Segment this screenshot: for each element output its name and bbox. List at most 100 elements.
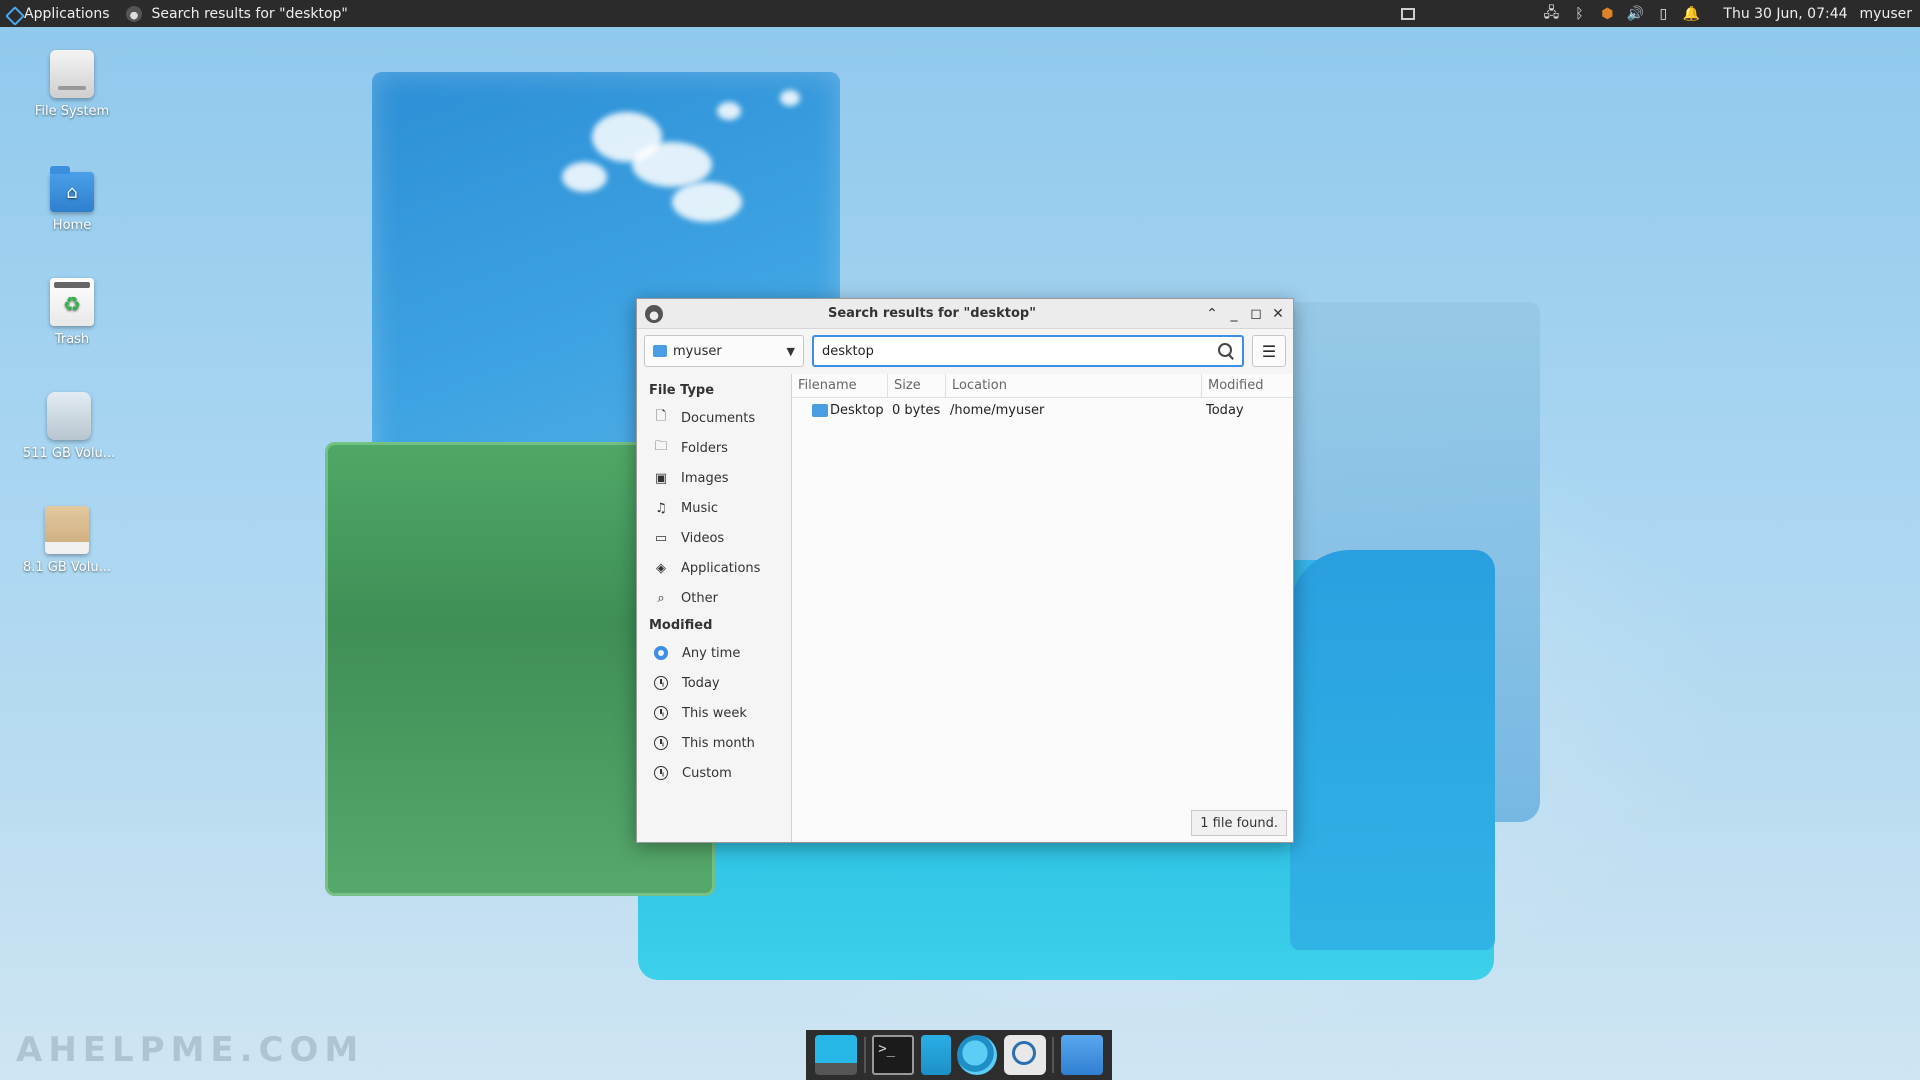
column-modified[interactable]: Modified — [1202, 374, 1293, 397]
modified-this-month[interactable]: This month — [637, 728, 791, 758]
clock-icon — [654, 706, 668, 720]
catfish-search-window: Search results for "desktop" ⌃ _ ◻ ✕ myu… — [636, 298, 1294, 843]
network-icon[interactable]: 🖧 — [1543, 5, 1560, 22]
battery-icon[interactable]: ▯ — [1655, 6, 1671, 22]
desktop-icon-label: Trash — [54, 332, 90, 347]
bell-icon[interactable]: 🔔 — [1683, 6, 1700, 22]
filter-label: Custom — [682, 765, 732, 781]
modified-today[interactable]: Today — [637, 668, 791, 698]
modified-this-week[interactable]: This week — [637, 698, 791, 728]
results-header: Filename Size Location Modified — [792, 374, 1293, 398]
folder-icon[interactable] — [1060, 1035, 1103, 1075]
folder-icon: 🗀 — [654, 439, 668, 454]
taskbar-window-button[interactable]: Search results for "desktop" — [116, 0, 354, 27]
applications-menu[interactable]: Applications — [0, 0, 116, 27]
taskbar-window-title: Search results for "desktop" — [151, 5, 348, 22]
radio-selected-icon — [654, 646, 668, 660]
desktop-icon-label: File System — [34, 104, 110, 119]
applications-icon: ◈ — [656, 560, 666, 576]
dock: >_ — [806, 1030, 1112, 1080]
desktop-icon-home[interactable]: Home — [12, 164, 132, 233]
modified-custom[interactable]: Custom — [637, 758, 791, 788]
filter-sidebar: File Type 🗋 Documents 🗀 Folders ▣ Images… — [637, 374, 792, 842]
volume-icon[interactable]: 🔊 — [1627, 6, 1644, 22]
search-toolbar: myuser ▼ ☰ — [637, 329, 1293, 373]
filter-label: Videos — [681, 530, 725, 546]
location-button[interactable]: myuser ▼ — [644, 335, 804, 367]
dock-separator — [1052, 1037, 1055, 1073]
show-desktop-icon[interactable] — [815, 1035, 858, 1075]
volume-icon — [45, 506, 89, 554]
shield-icon[interactable]: ⬢ — [1599, 6, 1615, 22]
desktop-icon-trash[interactable]: Trash — [12, 278, 132, 347]
window-title: Search results for "desktop" — [827, 306, 1037, 321]
clock-icon — [654, 736, 668, 750]
app-finder-icon[interactable] — [1003, 1035, 1046, 1075]
filter-label: Applications — [681, 560, 761, 576]
close-icon[interactable]: ✕ — [1267, 303, 1289, 325]
filter-other[interactable]: ⌕ Other — [637, 583, 791, 613]
column-size[interactable]: Size — [888, 374, 946, 397]
hamburger-menu-button[interactable]: ☰ — [1252, 335, 1286, 367]
filename-text: Desktop — [830, 403, 884, 418]
clock[interactable]: Thu 30 Jun, 07:44 — [1723, 6, 1847, 22]
results-list: Filename Size Location Modified Desktop … — [792, 374, 1293, 842]
terminal-icon[interactable]: >_ — [872, 1035, 915, 1075]
chevron-down-icon: ▼ — [786, 344, 795, 358]
filter-applications[interactable]: ◈ Applications — [637, 553, 791, 583]
cell-size: 0 bytes — [892, 403, 941, 418]
cell-location: /home/myuser — [950, 403, 1045, 418]
desktop-icon-label: 8.1 GB Volu... — [22, 560, 112, 575]
search-input[interactable] — [822, 343, 1218, 359]
document-icon: 🗋 — [655, 409, 667, 424]
minimize-icon[interactable]: _ — [1223, 303, 1245, 325]
search-icon[interactable] — [1218, 343, 1234, 359]
bluetooth-icon[interactable]: ᛒ — [1571, 6, 1587, 22]
trash-icon — [50, 278, 94, 326]
workspace-switcher[interactable] — [1401, 7, 1416, 20]
filter-videos[interactable]: ▭ Videos — [637, 523, 791, 553]
folder-icon — [812, 404, 828, 417]
file-type-header: File Type — [649, 383, 715, 398]
desktop-icon-volume-511gb[interactable]: 511 GB Volu... — [9, 392, 129, 461]
filter-label: This month — [682, 735, 755, 751]
clock-icon — [654, 676, 668, 690]
clock-icon — [654, 766, 668, 780]
desktop-icon-label: 511 GB Volu... — [22, 446, 116, 461]
desktop-icon-volume-8gb[interactable]: 8.1 GB Volu... — [7, 506, 127, 575]
catfish-icon — [645, 304, 663, 323]
location-label: myuser — [673, 343, 722, 359]
filter-label: Today — [682, 675, 720, 691]
applications-label: Applications — [24, 5, 110, 22]
image-icon: ▣ — [654, 470, 668, 486]
cell-modified: Today — [1206, 403, 1244, 418]
search-field[interactable] — [812, 335, 1244, 367]
folder-icon — [653, 345, 667, 357]
column-location[interactable]: Location — [946, 374, 1202, 397]
user-menu[interactable]: myuser — [1860, 6, 1912, 22]
desktop-icon-file-system[interactable]: File System — [12, 50, 132, 119]
volume-icon — [47, 392, 91, 440]
filter-documents[interactable]: 🗋 Documents — [637, 403, 791, 433]
shade-icon[interactable]: ⌃ — [1201, 303, 1223, 325]
filter-images[interactable]: ▣ Images — [637, 463, 791, 493]
web-browser-icon[interactable] — [957, 1035, 998, 1075]
filter-label: Other — [681, 590, 718, 606]
video-icon: ▭ — [654, 530, 668, 546]
drive-icon — [50, 50, 94, 98]
filter-folders[interactable]: 🗀 Folders — [637, 433, 791, 463]
window-titlebar[interactable]: Search results for "desktop" ⌃ _ ◻ ✕ — [637, 299, 1293, 329]
menu-icon: ☰ — [1261, 341, 1277, 361]
catfish-icon — [125, 5, 142, 22]
table-row[interactable]: Desktop 0 bytes /home/myuser Today — [792, 398, 1293, 423]
modified-any-time[interactable]: Any time — [637, 638, 791, 668]
filter-music[interactable]: ♫ Music — [637, 493, 791, 523]
file-manager-icon[interactable] — [920, 1035, 951, 1075]
cell-filename: Desktop — [792, 403, 888, 418]
column-filename[interactable]: Filename — [792, 374, 888, 397]
maximize-icon[interactable]: ◻ — [1245, 303, 1267, 325]
dock-separator — [863, 1037, 866, 1073]
status-badge: 1 file found. — [1191, 810, 1287, 836]
filter-label: Images — [681, 470, 729, 486]
watermark: AHELPME.COM — [16, 1030, 365, 1070]
